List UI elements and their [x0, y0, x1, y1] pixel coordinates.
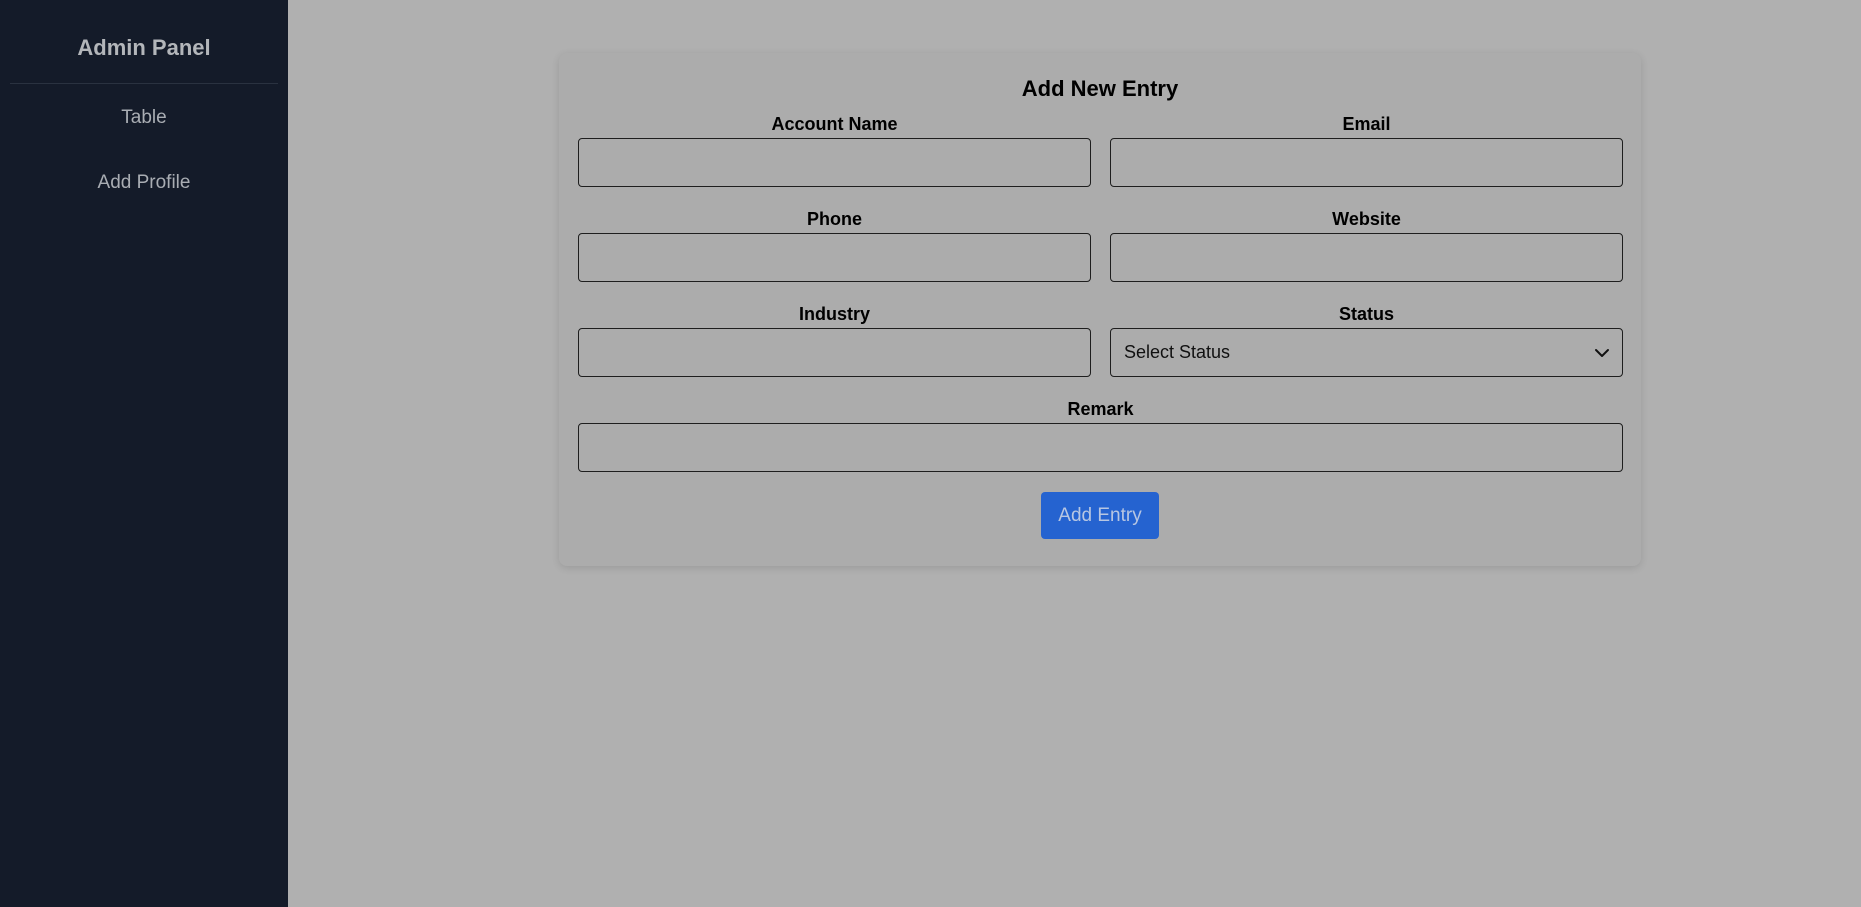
industry-input[interactable] [578, 328, 1091, 377]
email-input[interactable] [1110, 138, 1623, 187]
sidebar-item-table[interactable]: Table [0, 85, 288, 150]
email-label: Email [1342, 114, 1391, 134]
main-content: Add New Entry Account Name Email Phone W… [288, 0, 1861, 907]
website-field-group: Website [1110, 207, 1623, 302]
industry-field-group: Industry [578, 302, 1091, 397]
phone-field-group: Phone [578, 207, 1091, 302]
status-select-value: Select Status [1124, 342, 1231, 362]
sidebar-divider [10, 83, 278, 84]
website-label: Website [1332, 209, 1401, 229]
sidebar: Admin Panel Table Add Profile [0, 0, 288, 907]
phone-input[interactable] [578, 233, 1091, 282]
account-name-input[interactable] [578, 138, 1091, 187]
industry-label: Industry [798, 304, 870, 324]
account-name-label: Account Name [771, 114, 898, 134]
add-entry-button[interactable]: Add Entry [1041, 492, 1159, 539]
sidebar-nav: Table Add Profile [0, 85, 288, 215]
chevron-down-icon [1595, 348, 1609, 357]
sidebar-item-add-profile[interactable]: Add Profile [0, 150, 288, 215]
status-label: Status [1338, 304, 1394, 324]
form-grid: Account Name Email Phone Website Industr… [578, 112, 1623, 492]
phone-label: Phone [806, 209, 862, 229]
remark-field-group: Remark [578, 397, 1623, 492]
website-input[interactable] [1110, 233, 1623, 282]
sidebar-title: Admin Panel [77, 35, 211, 60]
status-select[interactable]: Select Status [1110, 328, 1623, 377]
add-entry-form-card: Add New Entry Account Name Email Phone W… [559, 53, 1641, 566]
email-field-group: Email [1110, 112, 1623, 207]
form-title: Add New Entry [1021, 76, 1179, 101]
remark-input[interactable] [578, 423, 1623, 472]
account-name-field-group: Account Name [578, 112, 1091, 207]
remark-label: Remark [1067, 399, 1134, 419]
status-field-group: Status Select Status [1110, 302, 1623, 397]
form-actions: Add Entry [578, 492, 1622, 539]
